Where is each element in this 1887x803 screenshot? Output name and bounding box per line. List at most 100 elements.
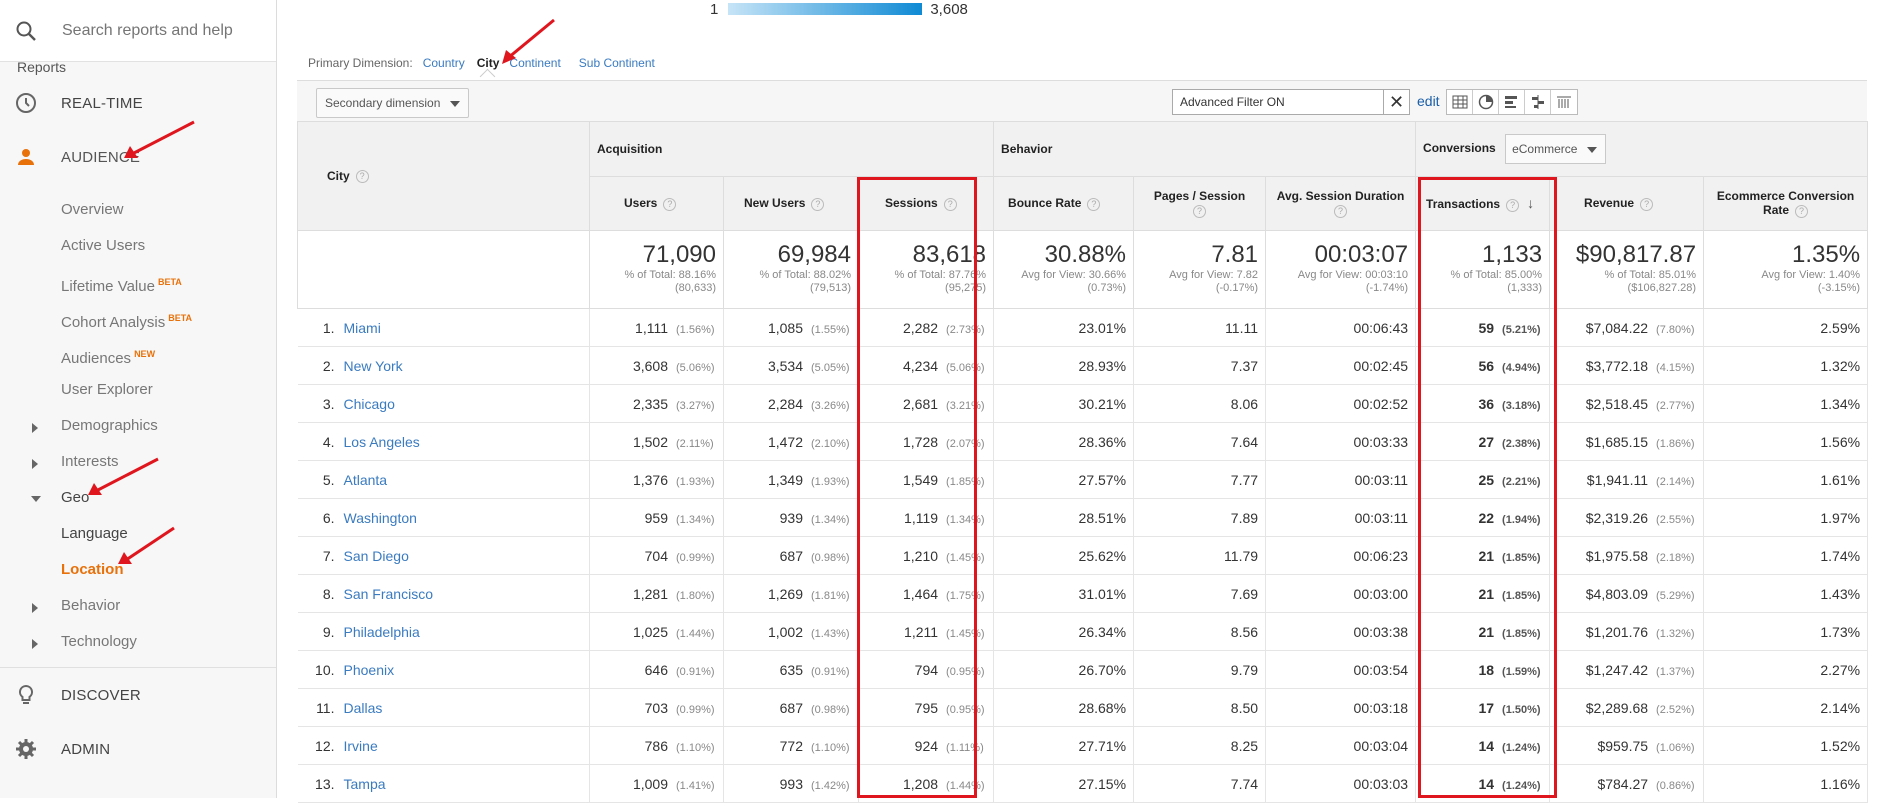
col-city-header[interactable]: City? <box>297 121 590 231</box>
table-row: 9. Philadelphia 1,025 (1.44%) 1,002 (1.43%) 1,… <box>297 612 1869 651</box>
sidebar-item-lifetime-value[interactable]: Lifetime Value BETA <box>0 264 276 300</box>
advanced-filter-field[interactable]: Advanced Filter ON ✕ <box>1172 89 1410 115</box>
legend-min: 1 <box>710 0 719 18</box>
expand-right-icon <box>32 459 38 469</box>
cell-pages-session: 7.77 <box>1133 460 1267 499</box>
search-bar[interactable]: Search reports and help <box>0 0 276 62</box>
city-link[interactable]: San Diego <box>344 548 409 564</box>
cell-bounce-rate: 31.01% <box>993 574 1135 613</box>
help-icon[interactable]: ? <box>943 197 957 211</box>
cell-pages-session: 9.79 <box>1133 650 1267 689</box>
row-index: 11. <box>316 699 335 716</box>
help-icon[interactable]: ? <box>811 197 825 211</box>
gear-icon <box>14 737 38 761</box>
sidebar-item-audiences[interactable]: Audiences NEW <box>0 336 276 372</box>
sidebar-item-active-users[interactable]: Active Users <box>0 228 276 264</box>
sidebar-item-cohort-analysis[interactable]: Cohort Analysis BETA <box>0 300 276 336</box>
search-placeholder[interactable]: Search reports and help <box>62 22 233 40</box>
sidebar-item-user-explorer[interactable]: User Explorer <box>0 372 276 408</box>
city-link[interactable]: Irvine <box>344 738 378 754</box>
nav-audience[interactable]: AUDIENCE <box>0 130 276 184</box>
help-icon[interactable]: ? <box>355 170 369 184</box>
dimension-city[interactable]: City <box>477 56 500 70</box>
edit-filter-link[interactable]: edit <box>1417 93 1440 109</box>
city-link[interactable]: Dallas <box>344 700 383 716</box>
nav-realtime[interactable]: REAL-TIME <box>0 76 276 130</box>
row-index: 3. <box>322 395 335 412</box>
sidebar-item-interests[interactable]: Interests <box>0 444 276 480</box>
help-icon[interactable]: ? <box>1193 204 1207 218</box>
cell-pages-session: 8.50 <box>1133 688 1267 727</box>
city-link[interactable]: San Francisco <box>344 586 433 602</box>
row-index: 4. <box>322 433 335 450</box>
cell-ecr: 1.16% <box>1703 764 1869 803</box>
cell-bounce-rate: 27.57% <box>993 460 1135 499</box>
sidebar-item-demographics[interactable]: Demographics <box>0 408 276 444</box>
help-icon[interactable]: ? <box>1640 197 1654 211</box>
city-link[interactable]: Washington <box>344 510 417 526</box>
cell-avg-duration: 00:03:11 <box>1265 498 1417 537</box>
sidebar-item-overview[interactable]: Overview <box>0 192 276 228</box>
table-view-icon[interactable] <box>1447 90 1473 114</box>
nav-admin[interactable]: ADMIN <box>0 722 276 776</box>
dimension-sub-continent[interactable]: Sub Continent <box>579 56 655 70</box>
sidebar-item-technology[interactable]: Technology <box>0 624 276 660</box>
col-new-users-header[interactable]: New Users? <box>723 176 859 231</box>
nav-discover[interactable]: DISCOVER <box>0 668 276 722</box>
col-pages-session-header[interactable]: Pages / Session? <box>1133 176 1267 231</box>
cell-new-users: 1,349 (1.93%) <box>723 460 859 499</box>
conversion-type-dropdown[interactable]: eCommerce <box>1505 134 1607 164</box>
city-link[interactable]: Chicago <box>344 396 395 412</box>
sort-descending-icon[interactable]: ↓ <box>1527 195 1534 211</box>
cell-city: 9. Philadelphia <box>297 612 590 651</box>
group-acquisition: Acquisition <box>588 121 995 177</box>
cell-bounce-rate: 28.68% <box>993 688 1135 727</box>
help-icon[interactable]: ? <box>1087 197 1101 211</box>
col-revenue-header[interactable]: Revenue? <box>1549 176 1705 231</box>
city-link[interactable]: Los Angeles <box>344 434 420 450</box>
secondary-dimension-dropdown[interactable]: Secondary dimension <box>316 88 469 118</box>
pivot-view-icon[interactable] <box>1551 90 1577 114</box>
cell-sessions: 1,210 (1.45%) <box>858 536 995 575</box>
cell-pages-session: 7.37 <box>1133 346 1267 385</box>
cell-new-users: 3,534 (5.05%) <box>723 346 859 385</box>
total-bounce-rate: 30.88% Avg for View: 30.66% (0.73%) <box>993 230 1135 309</box>
cell-pages-session: 8.06 <box>1133 384 1267 423</box>
city-link[interactable]: Philadelphia <box>344 624 420 640</box>
help-icon[interactable]: ? <box>1334 204 1348 218</box>
dimension-country[interactable]: Country <box>423 56 465 70</box>
bar-view-icon[interactable] <box>1499 90 1525 114</box>
cell-avg-duration: 00:03:11 <box>1265 460 1417 499</box>
help-icon[interactable]: ? <box>663 197 677 211</box>
help-icon[interactable]: ? <box>1506 198 1520 212</box>
help-icon[interactable]: ? <box>1795 204 1809 218</box>
cell-new-users: 1,085 (1.55%) <box>723 308 859 347</box>
clear-filter-icon[interactable]: ✕ <box>1383 90 1409 114</box>
sidebar-item-behavior[interactable]: Behavior <box>0 588 276 624</box>
city-link[interactable]: Atlanta <box>344 472 388 488</box>
cell-avg-duration: 00:03:18 <box>1265 688 1417 727</box>
sidebar-item-location[interactable]: Location <box>0 552 276 588</box>
cell-city: 3. Chicago <box>297 384 590 423</box>
city-link[interactable]: Phoenix <box>344 662 395 678</box>
col-sessions-header[interactable]: Sessions? <box>857 176 995 231</box>
col-transactions-header[interactable]: Transactions? ↓ <box>1415 176 1551 231</box>
cell-city: 5. Atlanta <box>297 460 590 499</box>
dimension-continent[interactable]: Continent <box>509 56 560 70</box>
cell-new-users: 772 (1.10%) <box>723 726 859 765</box>
col-ecr-header[interactable]: Ecommerce Conversion Rate? <box>1703 176 1869 231</box>
col-users-header[interactable]: Users? <box>589 176 724 231</box>
cell-ecr: 1.32% <box>1703 346 1869 385</box>
cell-transactions: 21 (1.85%) <box>1415 612 1551 651</box>
col-bounce-rate-header[interactable]: Bounce Rate? <box>993 176 1135 231</box>
city-link[interactable]: New York <box>344 358 403 374</box>
city-link[interactable]: Miami <box>344 320 381 336</box>
col-avg-duration-header[interactable]: Avg. Session Duration? <box>1265 176 1417 231</box>
city-link[interactable]: Tampa <box>344 776 386 792</box>
comparison-view-icon[interactable] <box>1525 90 1551 114</box>
pie-view-icon[interactable] <box>1473 90 1499 114</box>
row-index: 8. <box>322 585 335 602</box>
sidebar-item-geo[interactable]: Geo <box>0 480 276 516</box>
cell-city: 7. San Diego <box>297 536 590 575</box>
sidebar-item-language[interactable]: Language <box>0 516 276 552</box>
